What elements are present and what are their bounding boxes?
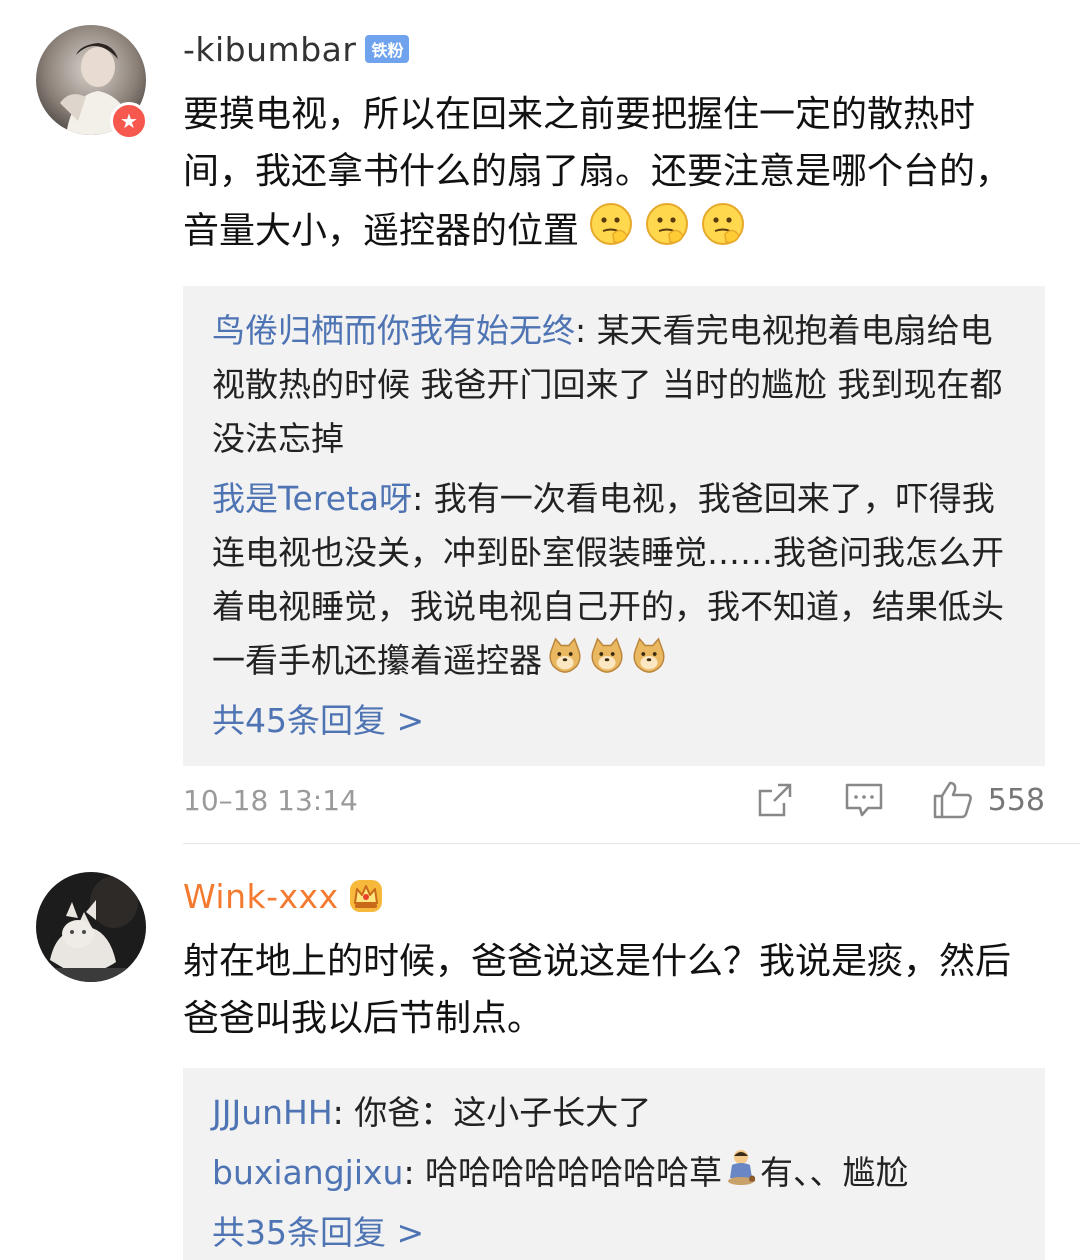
username-row: -kibumbar 铁粉 (183, 26, 1045, 72)
share-icon (758, 783, 791, 817)
username[interactable]: -kibumbar (183, 30, 356, 69)
reply-username[interactable]: JJJunHH (212, 1093, 333, 1132)
comment-item: Wink-xxx 射在地上的时候，爸爸说这是什么？我说是痰，然后爸爸叫我以后节制… (0, 845, 1080, 1260)
reply-username[interactable]: 鸟倦归栖而你我有始无终 (212, 311, 575, 350)
share-button[interactable] (756, 781, 794, 819)
user-avatar[interactable] (36, 872, 146, 982)
comment-icon (845, 783, 882, 817)
reply-item: 我是Tereta呀: 我有一次看电视，我爸回来了，吓得我连电视也没关，冲到卧室假… (212, 472, 1045, 690)
reply-item: buxiangjixu: 哈哈哈哈哈哈哈哈草 有、、尴尬 (212, 1146, 1045, 1202)
comment-text: 射在地上的时候，爸爸说这是什么？我说是痰，然后爸爸叫我以后节制点。 (183, 941, 1012, 1039)
crown-icon (349, 880, 382, 912)
comment-text: 要摸电视，所以在回来之前要把握住一定的散热时间，我还拿书什么的扇了扇。还要注意是… (183, 86, 1045, 265)
doge-emoji (588, 636, 626, 690)
reply-item: JJJunHH: 你爸：这小子长大了 (212, 1086, 1045, 1140)
thinking-face-emoji (643, 200, 691, 265)
divider (183, 843, 1080, 844)
like-button[interactable]: 558 (932, 780, 1045, 820)
comment-button[interactable] (844, 781, 884, 819)
comment-meta-row: 10–18 13:14 558 (183, 770, 1045, 830)
reply-text-after: 有、、尴尬 (760, 1153, 909, 1192)
reply-box: 鸟倦归栖而你我有始无终: 某天看完电视抱着电扇给电视散热的时候 我爸开门回来了 … (183, 286, 1045, 766)
comment-item: ★ -kibumbar 铁粉 要摸电视，所以在回来之前要把握住一定的散热时间，我… (0, 0, 1080, 845)
username[interactable]: Wink-xxx (183, 877, 339, 916)
like-count: 558 (987, 782, 1045, 818)
username-row: Wink-xxx (183, 873, 1045, 919)
vip-star-icon: ★ (110, 102, 148, 140)
reply-item: 鸟倦归栖而你我有始无终: 某天看完电视抱着电扇给电视散热的时候 我爸开门回来了 … (212, 304, 1045, 466)
thinking-face-emoji (587, 200, 635, 265)
doge-emoji (546, 636, 584, 690)
reply-separator: : (332, 1093, 355, 1132)
reply-separator: : (575, 311, 597, 350)
reply-separator: : (412, 479, 434, 518)
comment-body: -kibumbar 铁粉 要摸电视，所以在回来之前要把握住一定的散热时间，我还拿… (183, 26, 1045, 766)
comment-body: Wink-xxx 射在地上的时候，爸爸说这是什么？我说是痰，然后爸爸叫我以后节制… (183, 873, 1045, 1260)
more-replies-link[interactable]: 共35条回复 > (212, 1206, 1045, 1260)
more-replies-link[interactable]: 共45条回复 > (212, 694, 1045, 748)
reply-username[interactable]: 我是Tereta呀 (212, 479, 412, 518)
reply-text: 你爸：这小子长大了 (354, 1093, 652, 1132)
reply-username[interactable]: buxiangjixu (212, 1153, 403, 1192)
comment-timestamp: 10–18 13:14 (183, 783, 358, 817)
fan-badge: 铁粉 (365, 35, 410, 63)
reply-separator: : (403, 1153, 426, 1192)
doge-emoji (630, 636, 668, 690)
pooping-figure-emoji (724, 1148, 758, 1202)
reply-text: 哈哈哈哈哈哈哈哈草 (425, 1153, 723, 1192)
reply-box: JJJunHH: 你爸：这小子长大了 buxiangjixu: 哈哈哈哈哈哈哈哈… (183, 1068, 1045, 1260)
thumbs-up-icon (933, 781, 972, 819)
thinking-face-emoji (699, 200, 747, 265)
